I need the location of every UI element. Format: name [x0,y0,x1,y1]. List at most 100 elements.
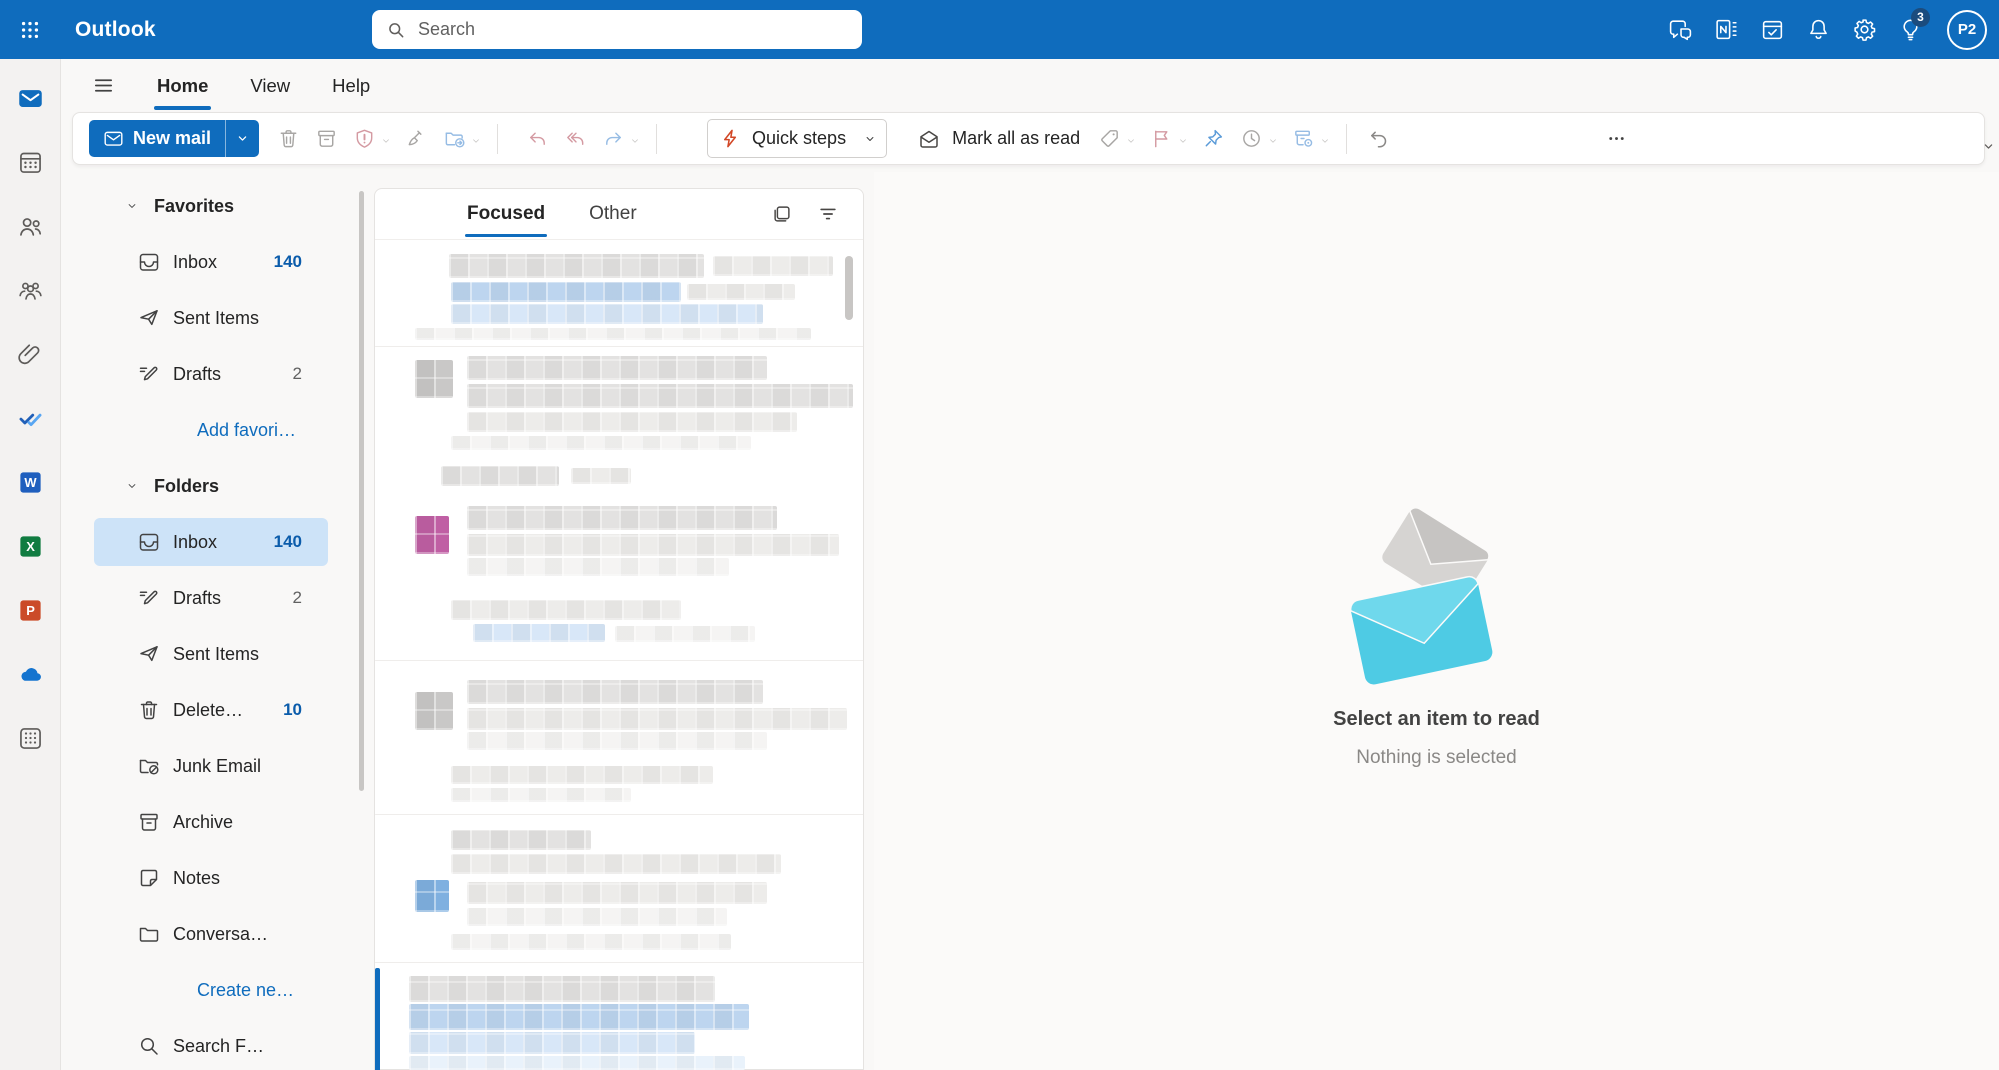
rules-chevron[interactable] [1319,135,1334,147]
move-to-button[interactable] [435,120,473,158]
junk-email-icon [137,754,161,778]
chevron-down-icon [1177,135,1189,147]
menu-tab-help[interactable]: Help [326,65,376,107]
rail-item-mail[interactable] [0,66,61,130]
folder-item-search-f-[interactable]: Search F… [94,1022,328,1070]
sidebar-link-add-favori-[interactable]: Add favori… [94,406,328,454]
rail-item-onedrive[interactable] [0,642,61,706]
onenote-feed-button[interactable] [1703,7,1749,53]
reply-button[interactable] [518,120,556,158]
list-tab-other[interactable]: Other [589,203,637,225]
report-chevron[interactable] [380,135,395,147]
reply-all-button[interactable] [556,120,594,158]
new-mail-label: New mail [133,128,211,149]
section-title: Favorites [154,196,234,217]
rail-item-excel[interactable]: X [0,514,61,578]
search-box[interactable] [372,10,862,49]
redacted-block [451,304,763,324]
pin-button[interactable] [1194,120,1232,158]
menu-tab-view[interactable]: View [244,65,296,107]
rail-item-calendar[interactable] [0,130,61,194]
unread-count: 140 [274,252,302,272]
folder-item-inbox[interactable]: Inbox140 [94,238,328,286]
folder-item-drafts[interactable]: Drafts2 [94,350,328,398]
search-icon [386,20,406,40]
more-commands-ellipsis-button[interactable] [1597,120,1635,158]
folder-item-sent-items[interactable]: Sent Items [94,294,328,342]
quick-steps-chevron[interactable] [854,120,886,157]
folder-item-drafts[interactable]: Drafts2 [94,574,328,622]
rail-item-files[interactable] [0,322,61,386]
section-header-folders[interactable]: Folders [61,462,371,510]
categorize-chevron[interactable] [1125,135,1140,147]
topbar-actions: 3 P2 [1657,0,1987,59]
svg-text:W: W [24,475,37,490]
message-list-redacted-items[interactable] [375,240,863,1070]
rail-item-more-apps[interactable] [0,706,61,770]
hamburger-menu-icon[interactable] [81,64,125,108]
conversa--icon [137,922,161,946]
chat-button[interactable] [1657,7,1703,53]
tips-button[interactable]: 3 [1887,7,1933,53]
categorize-button[interactable] [1090,120,1128,158]
folder-item-notes[interactable]: Notes [94,854,328,902]
menu-tab-home[interactable]: Home [151,65,214,107]
rules-button[interactable] [1284,120,1322,158]
folder-item-inbox[interactable]: Inbox140 [94,518,328,566]
folder-pane-scrollbar[interactable] [359,191,364,791]
snooze-button[interactable] [1232,120,1270,158]
new-mail-button[interactable]: New mail [89,120,225,157]
chevron-down-icon [1319,135,1331,147]
move-to-chevron[interactable] [470,135,485,147]
settings-button[interactable] [1841,7,1887,53]
drafts-icon [137,586,161,610]
folder-item-junk-email[interactable]: Junk Email [94,742,328,790]
flag-chevron[interactable] [1177,135,1192,147]
sidebar-link-create-ne-[interactable]: Create ne… [94,966,328,1014]
toolbar-separator [656,124,657,154]
folder-item-delete-[interactable]: Delete…10 [94,686,328,734]
list-separator [375,962,863,963]
folder-item-conversa-[interactable]: Conversa… [94,910,328,958]
forward-chevron[interactable] [629,135,644,147]
account-avatar[interactable]: P2 [1947,10,1987,50]
ribbon-collapse-chevron[interactable] [1981,139,1996,154]
app-launcher-waffle-icon[interactable] [0,0,59,59]
search-input[interactable] [416,18,848,41]
select-all-icon[interactable] [771,203,793,225]
rail-item-groups[interactable] [0,258,61,322]
selected-item-indicator [375,968,380,1070]
report-button[interactable] [345,120,383,158]
quick-steps-button[interactable]: Quick steps [707,119,887,158]
archive-button[interactable] [307,120,345,158]
mark-all-as-read-button[interactable]: Mark all as read [917,127,1080,151]
new-mail-dropdown-chevron[interactable] [225,120,259,157]
snooze-chevron[interactable] [1267,135,1282,147]
forward-button[interactable] [594,120,632,158]
flag-button[interactable] [1142,120,1180,158]
sent-items-icon [137,642,161,666]
notifications-button[interactable] [1795,7,1841,53]
my-day-button[interactable] [1749,7,1795,53]
redacted-block [467,708,847,730]
redacted-block [451,934,731,950]
reading-pane: Select an item to read Nothing is select… [874,172,1999,1070]
filter-icon[interactable] [817,203,839,225]
inbox-icon [137,530,161,554]
section-header-favorites[interactable]: Favorites [61,182,371,230]
new-mail-split-button[interactable]: New mail [89,120,259,157]
redacted-block [415,880,449,912]
sweep-button[interactable] [397,120,435,158]
folder-item-sent-items[interactable]: Sent Items [94,630,328,678]
folder-item-archive[interactable]: Archive [94,798,328,846]
rail-item-powerpoint[interactable]: P [0,578,61,642]
delete-button[interactable] [269,120,307,158]
message-list-pane: Focused Other [374,188,864,1070]
list-separator [375,660,863,661]
undo-button[interactable] [1359,120,1397,158]
rail-item-to-do[interactable] [0,386,61,450]
redacted-block [615,626,755,642]
rail-item-people[interactable] [0,194,61,258]
rail-item-word[interactable]: W [0,450,61,514]
list-tab-focused[interactable]: Focused [467,203,545,225]
